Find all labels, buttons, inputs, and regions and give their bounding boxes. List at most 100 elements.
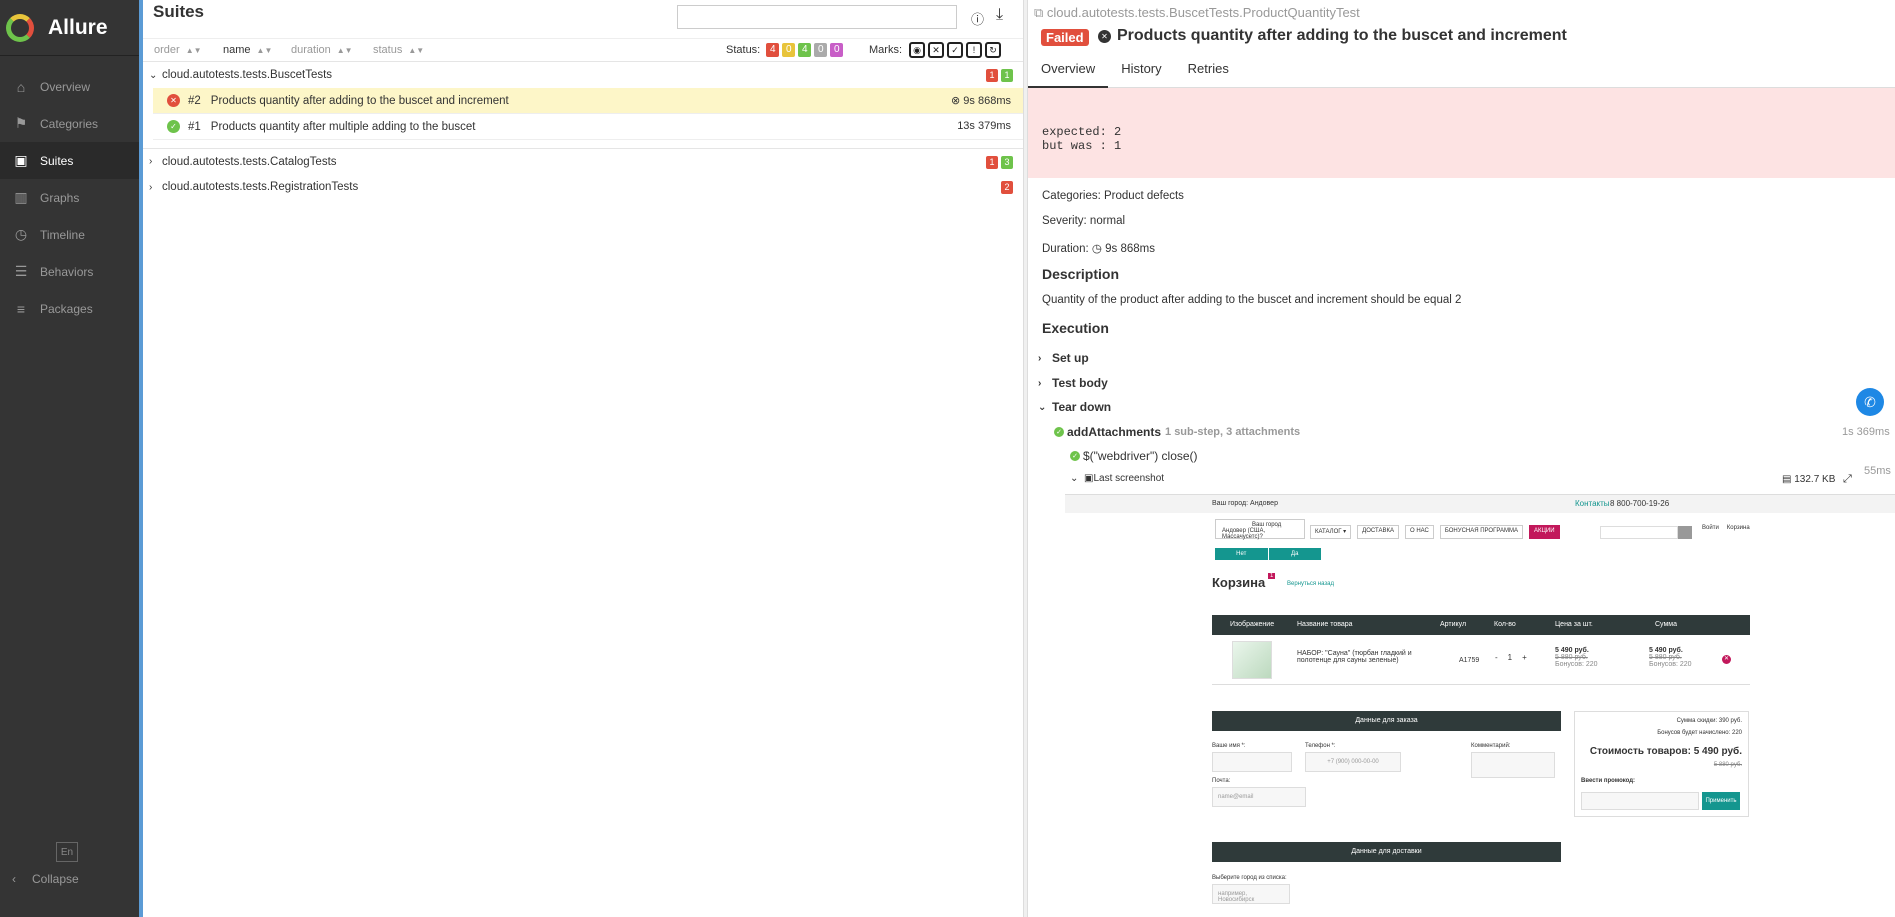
shop-city: Ваш город: Андовер xyxy=(1212,500,1278,507)
sidebar-item-suites[interactable]: ▣ Suites xyxy=(0,142,139,179)
suite-group[interactable]: ⌄ cloud.autotests.tests.BuscetTests 1 1 xyxy=(143,62,1023,88)
shop-menu-item: БОНУСНАЯ ПРОГРАММА xyxy=(1439,525,1523,539)
price-value: 5 490 руб. xyxy=(1555,647,1589,654)
status-skipped-toggle[interactable]: 0 xyxy=(814,43,828,57)
table-row[interactable]: ✓ #1 Products quantity after multiple ad… xyxy=(153,114,1023,140)
sort-order[interactable]: order ▲▼ xyxy=(154,44,202,56)
suite-group[interactable]: › cloud.autotests.tests.RegistrationTest… xyxy=(143,174,1023,200)
download-icon[interactable]: ⤓ xyxy=(996,6,1003,24)
popup-yes-button: Да xyxy=(1268,548,1322,560)
new-passed-mark-icon[interactable]: ✓ xyxy=(947,42,963,58)
sort-status[interactable]: status ▲▼ xyxy=(373,44,424,56)
duration-value: 9s 868ms xyxy=(1105,243,1155,255)
sidebar-item-timeline[interactable]: ◷ Timeline xyxy=(0,216,139,253)
sidebar-item-label: Behaviors xyxy=(40,264,94,279)
summary-discount: Сумма скидки: 390 руб. xyxy=(1676,718,1742,724)
back-link: Вернуться назад xyxy=(1287,581,1334,587)
sidebar-item-overview[interactable]: ⌂ Overview xyxy=(0,68,139,105)
row-number: #2 xyxy=(188,94,201,107)
retries-mark-icon[interactable]: ↻ xyxy=(985,42,1001,58)
status-broken-toggle[interactable]: 0 xyxy=(782,43,796,57)
duration-label: Duration: xyxy=(1042,243,1089,255)
page-title: Suites xyxy=(153,2,205,21)
sort-arrows-icon: ▲▼ xyxy=(185,46,202,55)
categories-line: Categories: Product defects xyxy=(1042,190,1184,202)
row-duration: ⊗ 9s 868ms xyxy=(951,94,1011,107)
home-icon: ⌂ xyxy=(16,78,26,95)
step-teardown[interactable]: ⌄ Tear down xyxy=(1038,400,1111,414)
chevron-right-icon: › xyxy=(1038,352,1042,364)
copy-icon[interactable]: ⧉ xyxy=(1034,5,1047,20)
search-input[interactable] xyxy=(677,5,957,29)
description-heading: Description xyxy=(1042,266,1120,282)
step-add-attachments[interactable]: ✓ addAttachments 1 sub-step, 3 attachmen… xyxy=(1054,425,1300,439)
step-label: $("webdriver") close() xyxy=(1083,449,1198,463)
step-label: Test body xyxy=(1052,376,1108,390)
attachment-label: Last screenshot xyxy=(1093,473,1165,484)
suite-group[interactable]: › cloud.autotests.tests.CatalogTests 1 3 xyxy=(143,148,1023,174)
name-label: Ваше имя *: xyxy=(1212,743,1246,749)
shop-cart: Корзина xyxy=(1726,525,1750,531)
clock-icon: ◷ xyxy=(1091,243,1102,255)
status-passed-toggle[interactable]: 4 xyxy=(798,43,812,57)
sort-arrows-icon: ▲▼ xyxy=(408,46,425,55)
sum-value: 5 490 руб. xyxy=(1649,647,1683,654)
description-text: Quantity of the product after adding to … xyxy=(1042,294,1462,306)
sidebar-item-behaviors[interactable]: ☰ Behaviors xyxy=(0,253,139,290)
sidebar-item-packages[interactable]: ≡ Packages xyxy=(0,290,139,327)
tab-overview[interactable]: Overview xyxy=(1028,58,1109,88)
sort-bar: order ▲▼ name ▲▼ duration ▲▼ status ▲▼ Statu… xyxy=(143,38,1023,62)
check-icon: ✓ xyxy=(1054,427,1064,437)
sort-name[interactable]: name ▲▼ xyxy=(223,44,272,56)
cart-header: Кол-во xyxy=(1494,621,1516,628)
table-row[interactable]: ✕ #2 Products quantity after adding to t… xyxy=(153,88,1023,114)
allure-logo-icon xyxy=(6,13,34,42)
sidebar-nav: ⌂ Overview ⚑ Categories ▣ Suites ▥ Graph… xyxy=(0,68,139,327)
shop-menu-item: О НАС xyxy=(1405,525,1434,539)
sort-arrows-icon: ▲▼ xyxy=(336,46,353,55)
summary-total: Стоимость товаров: 5 490 руб. xyxy=(1589,746,1742,757)
collapse-button[interactable]: ‹ Collapse xyxy=(12,872,79,886)
tab-retries[interactable]: Retries xyxy=(1175,58,1242,88)
flaky-mark-icon[interactable]: ◉ xyxy=(909,42,925,58)
popup-no-button: Нет xyxy=(1215,548,1269,560)
new-failed-mark-icon[interactable]: ✕ xyxy=(928,42,944,58)
cart-table-head: Изображение Название товара Артикул Кол-… xyxy=(1212,615,1750,635)
step-label: addAttachments xyxy=(1067,425,1162,439)
bar-chart-icon: ▥ xyxy=(14,189,28,205)
brand[interactable]: Allure xyxy=(0,0,139,56)
remove-icon: ✕ xyxy=(1722,655,1731,664)
brand-name: Allure xyxy=(48,15,108,39)
info-icon[interactable]: ⓘ xyxy=(971,9,984,28)
phone-icon[interactable]: ✆ xyxy=(1856,388,1884,416)
phone-label: Телефон *: xyxy=(1305,743,1336,749)
group-badges: 2 xyxy=(998,181,1013,194)
tab-history[interactable]: History xyxy=(1108,58,1174,88)
new-broken-mark-icon[interactable]: ! xyxy=(966,42,982,58)
marks-filter: Marks: ◉ ✕ ✓ ! ↻ xyxy=(869,42,1001,58)
cart-title: Корзина xyxy=(1212,575,1266,590)
language-button[interactable]: En xyxy=(56,842,78,862)
step-test-body[interactable]: › Test body xyxy=(1038,376,1108,390)
file-icon: ▤ xyxy=(1782,474,1795,485)
breadcrumb: ⧉ cloud.autotests.tests.BuscetTests.Prod… xyxy=(1034,5,1360,21)
attachment-last-screenshot[interactable]: ⌄ ▣ Last screenshot xyxy=(1070,473,1164,484)
clock-icon: ◷ xyxy=(14,226,28,242)
status-unknown-toggle[interactable]: 0 xyxy=(830,43,844,57)
step-webdriver-close[interactable]: ✓ $("webdriver") close() xyxy=(1070,449,1198,463)
failed-status-icon: ✕ xyxy=(167,94,180,107)
sort-duration[interactable]: duration ▲▼ xyxy=(291,44,353,56)
sidebar-item-label: Packages xyxy=(40,301,93,316)
row-duration: 13s 379ms xyxy=(957,120,1011,132)
briefcase-icon: ▣ xyxy=(14,152,28,168)
fullscreen-icon[interactable]: ⤢ xyxy=(1843,473,1852,486)
breadcrumb-text: cloud.autotests.tests.BuscetTests.Produc… xyxy=(1046,5,1360,20)
sort-label: duration xyxy=(291,44,331,56)
chevron-right-icon: › xyxy=(149,181,153,193)
sidebar-item-graphs[interactable]: ▥ Graphs xyxy=(0,179,139,216)
status-failed-toggle[interactable]: 4 xyxy=(766,43,780,57)
cart-header: Сумма xyxy=(1655,621,1677,628)
sidebar-item-categories[interactable]: ⚑ Categories xyxy=(0,105,139,142)
step-setup[interactable]: › Set up xyxy=(1038,351,1089,365)
chevron-down-icon: ⌄ xyxy=(1070,473,1079,484)
